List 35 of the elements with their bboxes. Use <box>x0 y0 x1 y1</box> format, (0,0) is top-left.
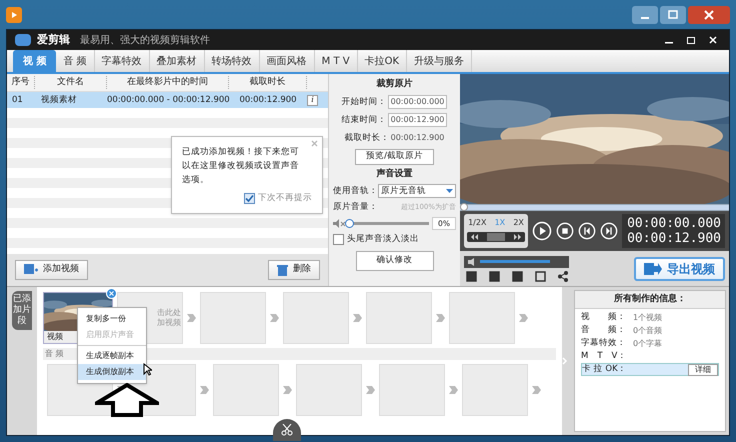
current-time: 00:00:00.000 <box>627 216 721 231</box>
info-label: 视 频： <box>581 311 627 324</box>
audio-track-label: 音 频 <box>45 348 64 360</box>
column-header: 在最终影片中的时间 <box>107 76 229 90</box>
table-cell-text: 00:00:12.900 <box>238 94 298 106</box>
timeline-label: 已添加片段 <box>12 291 32 330</box>
table-cell-text: 视频素材 <box>40 94 78 106</box>
field-label: 截取时长： <box>344 132 390 144</box>
clip-title: 视频 <box>47 331 63 343</box>
section-title: 声音设置 <box>376 168 412 180</box>
section-title: 裁剪原片 <box>376 78 412 91</box>
table-cell-text: 01 <box>11 94 24 106</box>
field-label: 原片音量： <box>333 201 378 214</box>
info-label: M T V： <box>581 350 628 363</box>
info-value: 0个音频 <box>633 324 662 336</box>
info-value: 0个字幕 <box>633 338 662 350</box>
info-label: 音 频： <box>581 324 627 337</box>
checkbox-label: 头尾声音淡入淡出 <box>347 233 419 246</box>
total-time: 00:00:12.900 <box>627 231 721 246</box>
checkbox-label: 下次不再提示 <box>258 192 312 205</box>
field-label: 结束时间： <box>342 114 387 126</box>
info-value: 1个视频 <box>633 312 662 324</box>
info-label: 字幕特效： <box>581 337 627 350</box>
app-tagline: 最易用、强大的视频剪辑软件 <box>80 34 210 48</box>
field-label: 使用音轨： <box>333 184 378 198</box>
info-title: 所有制作的信息： <box>575 291 725 309</box>
app-name: 爱剪辑 <box>37 32 70 48</box>
info-label: 卡 拉 OK： <box>582 363 628 376</box>
field-label: 开始时间： <box>342 96 387 108</box>
table-cell: 00:00:00.000 - 00:00:12.900 <box>107 94 229 106</box>
column-header: 文件名 <box>35 76 107 90</box>
tooltip-text: 已成功添加视频！接下来您可以在这里修改视频或设置声音选项。 <box>182 146 300 187</box>
column-header: 序号 <box>7 76 35 90</box>
column-header: 截取时长 <box>229 76 307 90</box>
duration-value: 00:00:12.900 <box>390 132 444 144</box>
